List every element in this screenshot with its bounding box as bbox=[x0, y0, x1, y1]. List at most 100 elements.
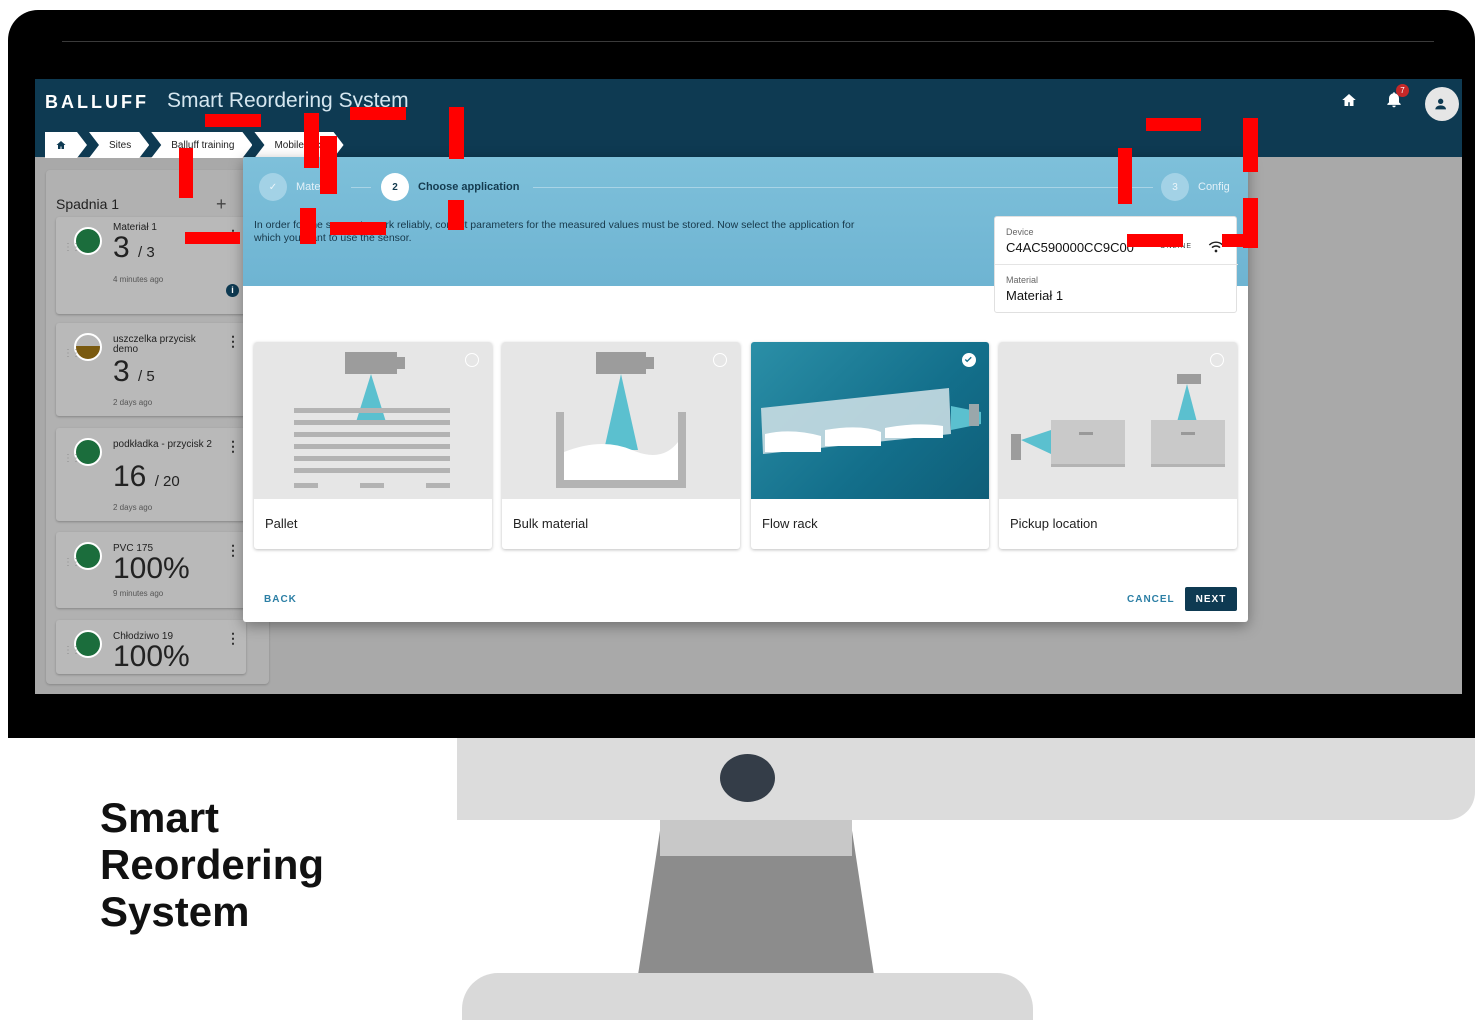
count-total: / 5 bbox=[138, 368, 155, 385]
last-update: 9 minutes ago bbox=[113, 589, 164, 598]
step-choose-application[interactable]: 2 Choose application bbox=[381, 173, 519, 201]
more-icon[interactable]: ⋮ bbox=[226, 438, 240, 455]
cancel-button[interactable]: CANCEL bbox=[1127, 594, 1175, 605]
highlight-dash bbox=[350, 107, 406, 120]
drag-handle-icon[interactable]: ⋮⋮ bbox=[63, 348, 81, 359]
marketing-line-1: Smart bbox=[100, 794, 220, 841]
monitor-stand-highlight bbox=[660, 820, 852, 856]
material-label: Material bbox=[1006, 275, 1039, 285]
marketing-line-2: Reordering bbox=[100, 841, 325, 888]
material-count: 3 / 3 bbox=[113, 231, 155, 265]
step-connector bbox=[533, 187, 1153, 188]
material-count: 100% bbox=[113, 640, 190, 674]
monitor-stand-base bbox=[462, 973, 1033, 1020]
check-icon: ✓ bbox=[259, 173, 287, 201]
count-value: 3 bbox=[113, 231, 130, 264]
drag-handle-icon[interactable]: ⋮⋮ bbox=[63, 645, 81, 656]
application-label: Flow rack bbox=[762, 516, 818, 531]
application-option-flow-rack[interactable]: Flow rack bbox=[751, 342, 989, 549]
count-total: / 3 bbox=[138, 244, 155, 261]
highlight-dash bbox=[330, 222, 386, 235]
highlight-dash bbox=[448, 200, 464, 230]
last-update: 4 minutes ago bbox=[113, 275, 164, 284]
bulk-material-illustration-icon bbox=[556, 352, 686, 488]
material-count: 16 / 20 bbox=[113, 460, 180, 494]
application-option-pallet[interactable]: Pallet bbox=[254, 342, 492, 549]
device-id: C4AC590000CC9C00 bbox=[1006, 240, 1134, 255]
highlight-dash bbox=[449, 107, 464, 159]
radio-unselected[interactable] bbox=[713, 353, 727, 367]
info-icon[interactable]: i bbox=[226, 284, 239, 297]
material-name: uszczelka przycisk demo bbox=[113, 334, 196, 355]
highlight-dash bbox=[1118, 148, 1132, 204]
drag-handle-icon[interactable]: ⋮⋮ bbox=[63, 557, 81, 568]
radio-selected[interactable] bbox=[962, 353, 976, 367]
flow-rack-illustration-icon bbox=[761, 388, 981, 454]
last-update: 2 days ago bbox=[113, 503, 153, 512]
storage-panel: Spadnia 1 + ⋮⋮ Materiał 1 ⋮ 3 / 3 4 minu… bbox=[46, 170, 269, 684]
back-button[interactable]: BACK bbox=[264, 594, 297, 605]
breadcrumb-sites[interactable]: Sites bbox=[89, 132, 149, 158]
drag-handle-icon[interactable]: ⋮⋮ bbox=[63, 453, 81, 464]
next-button[interactable]: NEXT bbox=[1185, 587, 1237, 611]
notification-badge: 7 bbox=[1396, 84, 1409, 97]
material-name: podkładka - przycisk 2 bbox=[113, 439, 212, 450]
breadcrumb-balluff-training[interactable]: Balluff training bbox=[151, 132, 252, 158]
marketing-heading: Smart Reordering System bbox=[100, 794, 324, 935]
count-value: 100% bbox=[113, 640, 190, 673]
drag-handle-icon[interactable]: ⋮⋮ bbox=[63, 242, 81, 253]
more-icon[interactable]: ⋮ bbox=[226, 542, 240, 559]
more-icon[interactable]: ⋮ bbox=[226, 630, 240, 647]
material-card[interactable]: ⋮⋮ Chłodziwo 19 ⋮ 100% bbox=[56, 620, 246, 674]
user-icon bbox=[1435, 98, 1446, 110]
monitor-chin bbox=[457, 738, 1475, 820]
count-value: 100% bbox=[113, 552, 190, 585]
balluff-logo: BALLUFF bbox=[45, 92, 149, 112]
more-icon[interactable]: ⋮ bbox=[226, 333, 240, 350]
avatar[interactable] bbox=[1425, 87, 1459, 121]
material-card[interactable]: ⋮⋮ PVC 175 ⋮ 100% 9 minutes ago bbox=[56, 532, 246, 608]
highlight-dash bbox=[300, 208, 316, 244]
application-option-bulk-material[interactable]: Bulk material bbox=[502, 342, 740, 549]
material-card[interactable]: ⋮⋮ podkładka - przycisk 2 ⋮ 16 / 20 2 da… bbox=[56, 428, 246, 521]
marketing-line-3: System bbox=[100, 888, 250, 935]
last-update: 2 days ago bbox=[113, 398, 153, 407]
material-value: Materiał 1 bbox=[1006, 288, 1064, 303]
application-option-pickup-location[interactable]: Pickup location bbox=[999, 342, 1237, 549]
application-label: Pickup location bbox=[1010, 516, 1098, 531]
highlight-dash bbox=[1146, 118, 1201, 131]
radio-unselected[interactable] bbox=[465, 353, 479, 367]
device-label: Device bbox=[1006, 227, 1034, 237]
choose-application-dialog: ✓ Material 2 Choose application 3 Config… bbox=[243, 157, 1248, 622]
pickup-location-illustration-icon bbox=[1011, 374, 1225, 467]
material-count: 100% bbox=[113, 552, 190, 586]
count-total: / 20 bbox=[154, 473, 180, 490]
step-number: 3 bbox=[1161, 173, 1189, 201]
pallet-illustration-icon bbox=[294, 352, 450, 488]
home-icon[interactable] bbox=[1340, 91, 1358, 109]
highlight-dash bbox=[1127, 234, 1183, 247]
step-label: Choose application bbox=[418, 181, 520, 193]
material-count: 3 / 5 bbox=[113, 355, 155, 389]
check-icon bbox=[964, 356, 972, 363]
material-card[interactable]: ⋮⋮ uszczelka przycisk demo ⋮ 3 / 5 2 day… bbox=[56, 323, 246, 416]
radio-unselected[interactable] bbox=[1210, 353, 1224, 367]
divider bbox=[995, 264, 1238, 265]
device-info-card: Device C4AC590000CC9C00 ONLINE Material … bbox=[994, 216, 1238, 313]
highlight-dash bbox=[205, 114, 261, 127]
application-label: Bulk material bbox=[513, 516, 589, 531]
step-label: Config bbox=[1198, 181, 1230, 193]
breadcrumb-home[interactable] bbox=[45, 132, 87, 158]
step-number: 2 bbox=[381, 173, 409, 201]
step-connector bbox=[351, 187, 371, 188]
count-value: 16 bbox=[113, 460, 147, 493]
count-value: 3 bbox=[113, 355, 130, 388]
breadcrumb: Sites Balluff training Mobile rack bbox=[45, 132, 346, 158]
highlight-dash bbox=[1222, 234, 1258, 247]
highlight-dash bbox=[185, 232, 240, 244]
add-icon[interactable]: + bbox=[216, 194, 227, 215]
bezel-edge-line bbox=[62, 41, 1434, 42]
step-config[interactable]: 3 Config bbox=[1161, 173, 1230, 201]
highlight-dash bbox=[1243, 118, 1258, 172]
highlight-dash bbox=[304, 113, 319, 168]
